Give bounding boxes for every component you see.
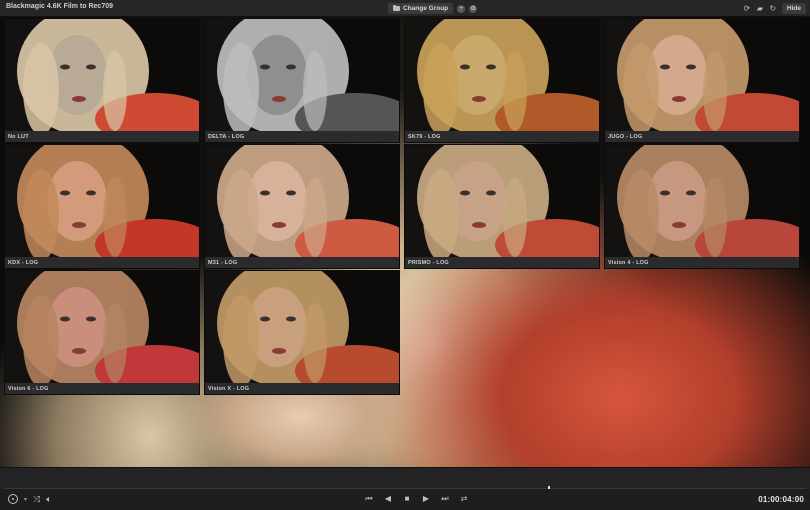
lut-preview-image: [205, 271, 399, 383]
loop-icon[interactable]: ⇄: [459, 494, 469, 504]
settings-icon[interactable]: ⚙: [469, 4, 478, 13]
lut-tile[interactable]: No LUT: [4, 18, 200, 143]
lut-label: DELTA - LOG: [205, 131, 399, 142]
chevron-down-icon[interactable]: ▾: [24, 496, 27, 503]
lut-tile[interactable]: JUGO - LOG: [604, 18, 800, 143]
lut-tile[interactable]: Vision X - LOG: [204, 270, 400, 395]
stop-icon[interactable]: ■: [402, 494, 412, 504]
lut-tile[interactable]: SK79 - LOG: [404, 18, 600, 143]
refresh-icon[interactable]: ⟳: [743, 4, 751, 13]
skip-to-start-icon[interactable]: ⏮︎: [364, 494, 374, 504]
change-group-label: Change Group: [403, 5, 449, 12]
lut-label: SK79 - LOG: [405, 131, 599, 142]
lut-preview-image: [5, 145, 199, 257]
transport-bar: ▾ ⤨ 🔈︎ ⏮︎ ◀ ■ ▶ ⏭︎ ⇄ 01:00:04:00: [0, 489, 810, 510]
viewer[interactable]: No LUT DELTA - LOG SK79 - LOG JUGO - LOG KDX…: [0, 17, 810, 467]
timeline-scrubber[interactable]: [0, 467, 810, 490]
lut-label: Vision 4 - LOG: [605, 257, 799, 268]
lut-label: KDX - LOG: [5, 257, 199, 268]
folder-icon: [393, 4, 400, 11]
lut-tile[interactable]: Vision 6 - LOG: [4, 270, 200, 395]
top-bar: Blackmagic 4.6K Film to Rec709 Change Gr…: [0, 0, 810, 17]
lut-label: No LUT: [5, 131, 199, 142]
playback-controls: ⏮︎ ◀ ■ ▶ ⏭︎ ⇄: [364, 494, 469, 504]
timecode: 01:00:04:00: [758, 495, 804, 504]
speaker-icon[interactable]: 🔈︎: [46, 494, 51, 504]
shuffle-icon[interactable]: ⤨: [33, 494, 40, 504]
lut-label: M31 - LOG: [205, 257, 399, 268]
lut-label: JUGO - LOG: [605, 131, 799, 142]
lut-preview-image: [5, 271, 199, 383]
add-icon[interactable]: +: [457, 4, 466, 13]
lut-preview-image: [205, 145, 399, 257]
skip-to-end-icon[interactable]: ⏭︎: [440, 494, 450, 504]
lut-preview-image: [405, 145, 599, 257]
viewer-mode-icon[interactable]: [8, 494, 18, 504]
group-controls: Change Group + ⚙: [388, 3, 478, 14]
play-icon[interactable]: ▶: [421, 494, 431, 504]
lut-tile[interactable]: DELTA - LOG: [204, 18, 400, 143]
folder-open-icon[interactable]: ▰: [756, 4, 764, 13]
lut-preview-image: [605, 145, 799, 257]
viewer-options: ▾ ⤨ 🔈︎: [8, 494, 52, 504]
lut-tile[interactable]: KDX - LOG: [4, 144, 200, 269]
lut-tile[interactable]: PRISMO - LOG: [404, 144, 600, 269]
sync-icon[interactable]: ↻: [769, 4, 777, 13]
lut-preview-image: [405, 19, 599, 131]
lut-label: Vision 6 - LOG: [5, 383, 199, 394]
window-title: Blackmagic 4.6K Film to Rec709: [6, 3, 113, 10]
lut-tile[interactable]: Vision 4 - LOG: [604, 144, 800, 269]
top-right-controls: ⟳ ▰ ↻ Hide: [743, 3, 806, 14]
lut-preview-image: [605, 19, 799, 131]
lut-preview-image: [5, 19, 199, 131]
step-back-icon[interactable]: ◀: [383, 494, 393, 504]
lut-tile[interactable]: M31 - LOG: [204, 144, 400, 269]
change-group-button[interactable]: Change Group: [388, 3, 454, 14]
lut-label: Vision X - LOG: [205, 383, 399, 394]
lut-label: PRISMO - LOG: [405, 257, 599, 268]
hide-button[interactable]: Hide: [781, 3, 806, 14]
lut-preview-image: [205, 19, 399, 131]
